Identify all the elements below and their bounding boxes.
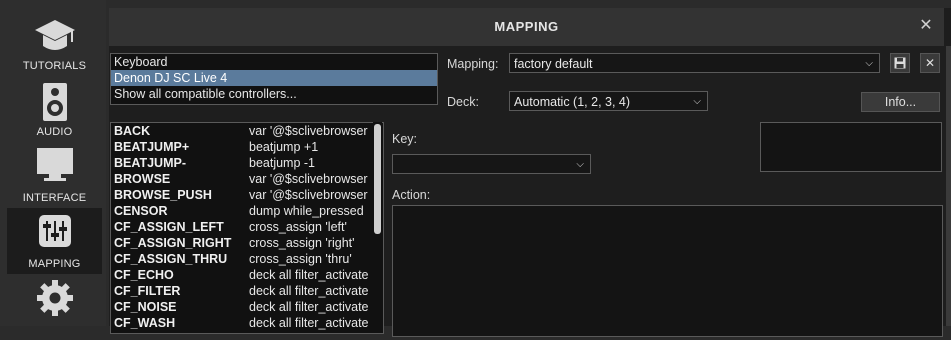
command-action: var '@$sclivebrowser	[249, 188, 368, 202]
command-row[interactable]: BROWSE_PUSH var '@$sclivebrowser	[111, 187, 383, 203]
controller-item-keyboard[interactable]: Keyboard	[111, 54, 437, 70]
action-editor[interactable]	[392, 205, 943, 337]
command-list[interactable]: BACK var '@$sclivebrowser BEATJUMP+ beatjum…	[110, 122, 384, 334]
action-label: Action:	[392, 188, 431, 202]
controller-list[interactable]: Keyboard Denon DJ SC Live 4 Show all com…	[110, 53, 438, 105]
command-action: beatjump +1	[249, 140, 319, 154]
close-icon: ✕	[924, 56, 936, 70]
command-key: BROWSE_PUSH	[114, 188, 212, 202]
command-action: var '@$sclivebrowser	[249, 124, 368, 138]
command-row[interactable]: BEATJUMP+ beatjump +1	[111, 139, 383, 155]
sliders-icon	[38, 215, 71, 247]
delete-mapping-button[interactable]: ✕	[920, 53, 940, 73]
mapping-dialog: MAPPING ✕ Keyboard Denon DJ SC Live 4 Sh…	[109, 8, 951, 337]
command-row[interactable]: CF_ASSIGN_LEFT cross_assign 'left'	[111, 219, 383, 235]
dialog-scrollbar[interactable]	[946, 46, 951, 326]
scrollbar-thumb[interactable]	[374, 124, 381, 234]
command-action: cross_assign 'right'	[249, 236, 355, 250]
dialog-title: MAPPING	[494, 19, 559, 34]
command-action: deck all filter_activate	[249, 268, 369, 282]
save-mapping-button[interactable]	[890, 53, 910, 73]
title-bar: MAPPING ✕	[109, 8, 944, 46]
command-action: cross_assign 'thru'	[249, 252, 352, 266]
command-row[interactable]: CF_WASH deck all filter_activate	[111, 315, 383, 331]
command-key: BROWSE	[114, 172, 171, 186]
command-key: CF_WASH	[114, 316, 176, 330]
deck-label: Deck:	[447, 95, 479, 109]
deck-select[interactable]: Automatic (1, 2, 3, 4) ⌵	[509, 91, 708, 111]
command-key: CF_NOISE	[114, 300, 177, 314]
command-action: cross_assign 'left'	[249, 220, 347, 234]
controller-item-denon[interactable]: Denon DJ SC Live 4	[111, 70, 437, 86]
controller-item-show-all[interactable]: Show all compatible controllers...	[111, 86, 437, 102]
command-row[interactable]: CF_NOISE deck all filter_activate	[111, 299, 383, 315]
key-preview-box	[760, 122, 942, 172]
command-action: beatjump -1	[249, 156, 316, 170]
command-row[interactable]: CF_ASSIGN_RIGHT cross_assign 'right'	[111, 235, 383, 251]
command-key: CF_ECHO	[114, 268, 174, 282]
command-action: dump while_pressed	[249, 204, 364, 218]
command-key: CF_ASSIGN_LEFT	[114, 220, 224, 234]
deck-value: Automatic (1, 2, 3, 4)	[514, 95, 631, 109]
mapping-label: Mapping:	[447, 57, 499, 71]
command-key: CF_ASSIGN_THRU	[114, 252, 228, 266]
mapping-value: factory default	[514, 57, 593, 71]
sidebar-item-settings[interactable]	[7, 274, 102, 340]
close-icon[interactable]: ✕	[914, 14, 938, 38]
dialog-content: Keyboard Denon DJ SC Live 4 Show all com…	[109, 46, 946, 337]
command-list-scrollbar[interactable]	[373, 122, 382, 332]
mapping-select[interactable]: factory default ⌵	[509, 53, 880, 73]
info-button[interactable]: Info...	[861, 92, 940, 112]
monitor-icon	[36, 148, 73, 181]
command-action: deck all filter_activate	[249, 316, 369, 330]
command-row[interactable]: BACK var '@$sclivebrowser	[111, 123, 383, 139]
key-select[interactable]: ⌵	[392, 154, 591, 174]
command-row[interactable]: CF_FILTER deck all filter_activate	[111, 283, 383, 299]
sidebar-item-audio[interactable]: AUDIO	[7, 76, 102, 142]
chevron-down-icon: ⌵	[865, 58, 873, 69]
gear-icon	[36, 280, 73, 316]
graduation-cap-icon	[34, 20, 75, 50]
sidebar-item-tutorials[interactable]: TUTORIALS	[7, 10, 102, 76]
command-key: CF_ASSIGN_RIGHT	[114, 236, 232, 250]
sidebar-item-label: INTERFACE	[22, 192, 87, 204]
sidebar-item-label: TUTORIALS	[22, 60, 87, 72]
command-row[interactable]: CF_ECHO deck all filter_activate	[111, 267, 383, 283]
sidebar-item-interface[interactable]: INTERFACE	[7, 142, 102, 208]
command-key: CF_FILTER	[114, 284, 181, 298]
command-row[interactable]: BEATJUMP-beatjump -1	[111, 155, 383, 171]
command-key: BACK	[114, 124, 151, 138]
command-row[interactable]: CENSOR dump while_pressed	[111, 203, 383, 219]
command-action: var '@$sclivebrowser	[249, 172, 368, 186]
chevron-down-icon: ⌵	[576, 159, 584, 170]
sidebar-item-mapping[interactable]: MAPPING	[7, 208, 102, 274]
command-action: deck all filter_activate	[249, 284, 369, 298]
floppy-disk-icon	[894, 57, 906, 69]
command-key: BEATJUMP-	[114, 156, 186, 170]
sidebar-item-label: AUDIO	[36, 126, 73, 138]
command-row[interactable]: BROWSE var '@$sclivebrowser	[111, 171, 383, 187]
key-label: Key:	[392, 132, 418, 146]
sidebar: TUTORIALS AUDIO INTERFACE MAPPING	[0, 0, 106, 326]
command-action: deck all filter_activate	[249, 300, 369, 314]
command-row[interactable]: CF_ASSIGN_THRU cross_assign 'thru'	[111, 251, 383, 267]
command-key: BEATJUMP+	[114, 140, 190, 154]
command-key: CENSOR	[114, 204, 168, 218]
chevron-down-icon: ⌵	[693, 96, 701, 107]
speaker-icon	[42, 83, 67, 121]
sidebar-item-label: MAPPING	[28, 258, 81, 270]
